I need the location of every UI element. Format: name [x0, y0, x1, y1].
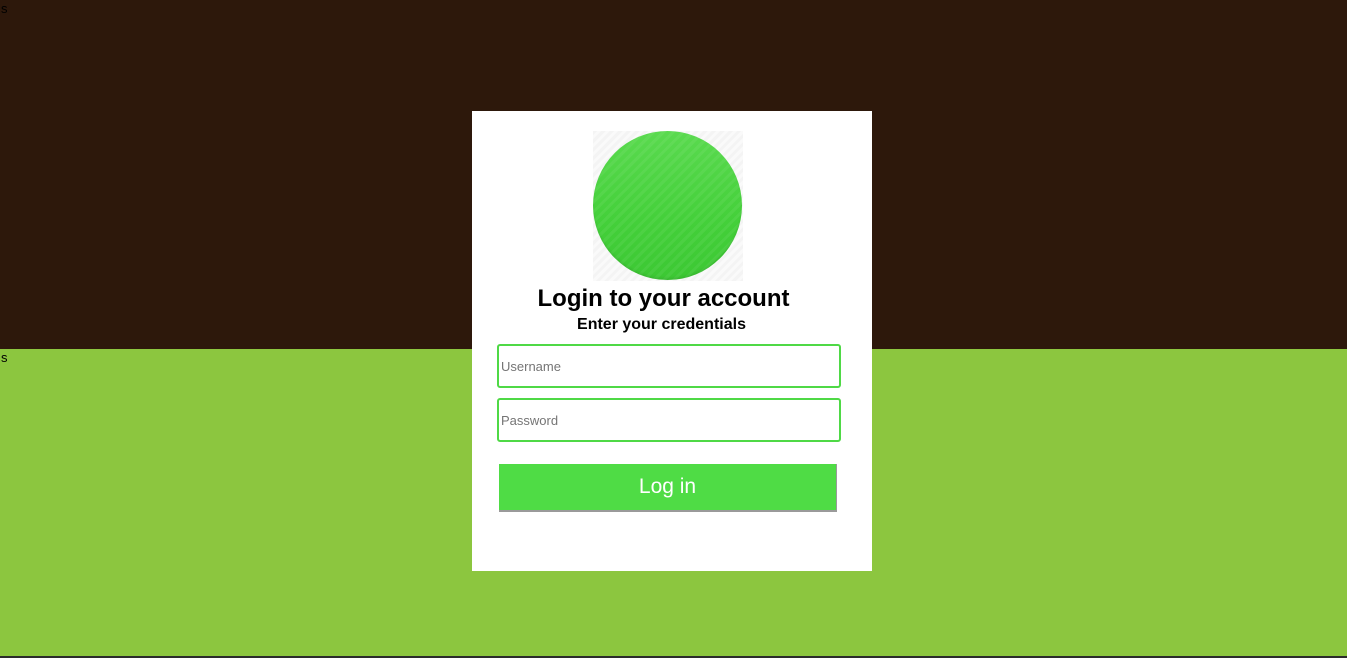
login-subtitle: Enter your credentials	[577, 316, 746, 333]
username-input[interactable]	[497, 344, 841, 388]
login-button[interactable]: Log in	[499, 464, 837, 512]
login-page: s s Login to your account Enter your cre…	[0, 0, 1347, 658]
password-input[interactable]	[497, 398, 841, 442]
avatar	[593, 131, 743, 281]
login-title: Login to your account	[537, 285, 790, 312]
login-card: Login to your account Enter your credent…	[472, 111, 872, 571]
top-band-label: s	[1, 1, 8, 16]
bottom-band-label: s	[1, 350, 8, 365]
user-avatar-icon	[593, 131, 742, 280]
